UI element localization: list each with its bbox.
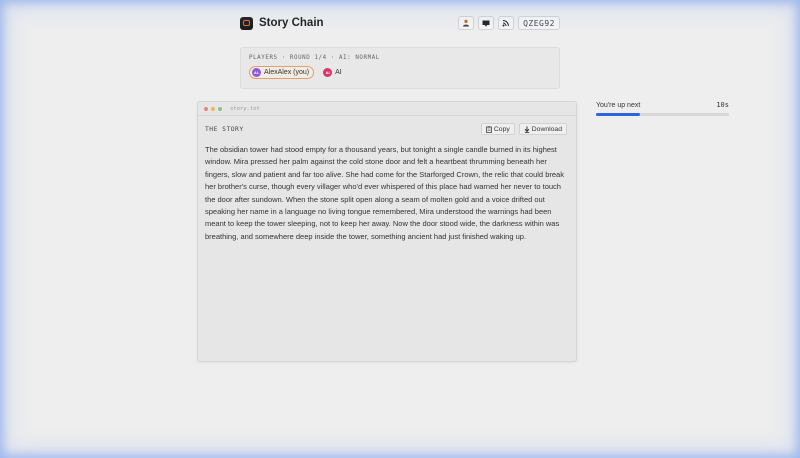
signal-icon[interactable] (498, 16, 515, 30)
player-chip-you[interactable]: AL AlexAlex (you) (249, 66, 315, 79)
section-title: THE STORY (205, 125, 244, 133)
story-actions: Copy Download (480, 123, 567, 135)
avatar: AI (323, 68, 333, 77)
screen-icon[interactable] (478, 16, 495, 30)
player-name: AI (335, 69, 342, 76)
copy-button[interactable]: Copy (480, 123, 515, 135)
round-status: PLAYERS · ROUND 1/4 · AI: NORMAL (249, 55, 380, 61)
avatar: AL (252, 68, 261, 77)
close-dot-icon[interactable] (204, 106, 208, 111)
header-actions: QZEG92 (458, 16, 560, 30)
countdown-seconds: 10s (716, 101, 729, 109)
download-icon (524, 126, 530, 133)
turn-timer: You're up next 10s (596, 101, 729, 116)
brand: Story Chain (240, 16, 324, 30)
players-icon[interactable] (458, 16, 475, 30)
app-title: Story Chain (259, 17, 324, 29)
download-button[interactable]: Download (518, 123, 567, 135)
copy-label: Copy (493, 125, 510, 133)
turn-label: You're up next (596, 101, 641, 109)
maximize-dot-icon[interactable] (218, 106, 222, 111)
clipboard-icon (485, 125, 492, 133)
player-chip-ai[interactable]: AI AI (320, 66, 347, 79)
minimize-dot-icon[interactable] (211, 106, 215, 111)
file-name: story.txt (230, 105, 260, 112)
download-label: Download (531, 125, 562, 133)
room-code-button[interactable]: QZEG92 (518, 16, 560, 30)
story-toolbar: THE STORY Copy Download (198, 116, 576, 135)
countdown-progress-fill (596, 113, 640, 116)
window-titlebar: story.txt (198, 102, 576, 116)
story-chain-logo-icon (240, 16, 253, 30)
player-name: AlexAlex (you) (264, 69, 310, 76)
app-header: Story Chain QZEG92 (240, 14, 560, 32)
story-window: story.txt THE STORY Copy Download The ob… (197, 101, 577, 362)
player-list: AL AlexAlex (you) AI AI (249, 66, 551, 79)
story-text: The obsidian tower had stood empty for a… (205, 145, 564, 241)
players-panel: PLAYERS · ROUND 1/4 · AI: NORMAL AL Alex… (240, 47, 560, 89)
countdown-progress-bar (596, 113, 729, 116)
